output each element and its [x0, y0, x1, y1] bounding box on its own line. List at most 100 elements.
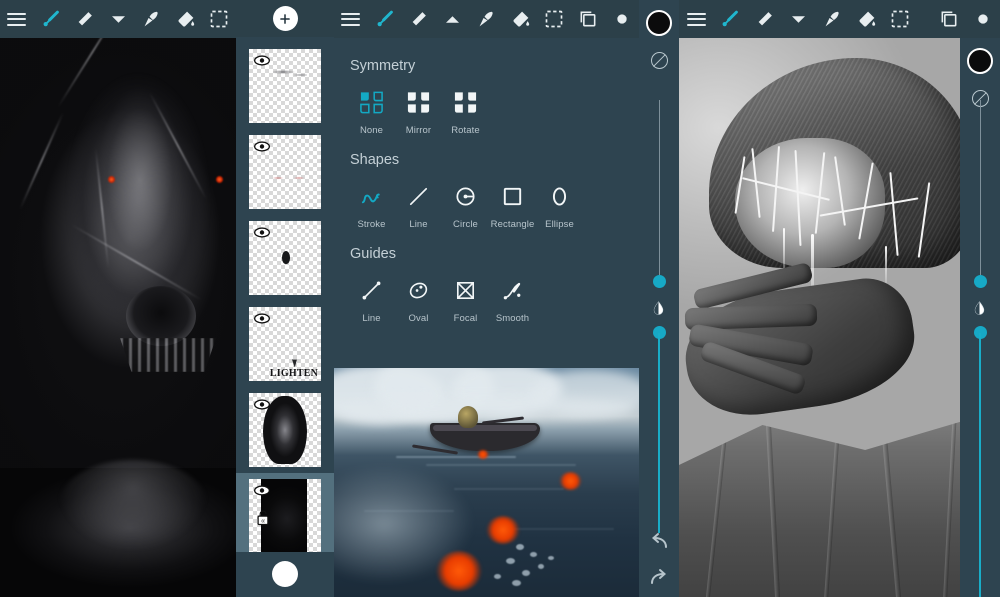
- layer-list-item[interactable]: LIGHTEN: [236, 301, 334, 387]
- layer-list-item[interactable]: [236, 129, 334, 215]
- artwork-socket: [126, 286, 196, 346]
- guide-option-smooth[interactable]: Smooth: [489, 276, 536, 324]
- shape-option-rectangle[interactable]: Rectangle: [489, 182, 536, 230]
- brush-size-slider-track[interactable]: [980, 100, 981, 282]
- canvas-gray-figure[interactable]: wsxdn.com: [679, 38, 960, 597]
- opacity-droplet-icon[interactable]: [972, 300, 987, 315]
- smudge-icon[interactable]: [815, 0, 849, 38]
- artwork-foam: [516, 544, 524, 550]
- layers-stack-icon[interactable]: [571, 0, 605, 38]
- hamburger-menu-icon[interactable]: [334, 0, 368, 38]
- shape-option-line[interactable]: Line: [395, 182, 442, 230]
- brush-size-slider-knob[interactable]: [974, 275, 987, 288]
- layer-list[interactable]: LIGHTEN: [236, 37, 334, 551]
- eye-icon[interactable]: [254, 485, 270, 496]
- brush-size-slider-track[interactable]: [659, 100, 660, 282]
- paintbrush-icon[interactable]: [368, 0, 402, 38]
- layer-list-item[interactable]: [236, 215, 334, 301]
- shape-option-circle[interactable]: Circle: [442, 182, 489, 230]
- symmetry-option-none[interactable]: None: [348, 88, 395, 136]
- paint-bucket-icon[interactable]: [169, 0, 203, 38]
- panel-right: wsxdn.com: [679, 0, 1000, 597]
- tool-options-panel: Symmetry None: [334, 38, 639, 368]
- color-dot-icon[interactable]: [272, 561, 298, 587]
- guide-smooth-icon: [500, 276, 525, 304]
- color-swatch-icon[interactable]: [646, 10, 672, 36]
- artwork-foam: [530, 552, 537, 557]
- artwork-foam: [506, 558, 515, 564]
- opacity-slider-track[interactable]: [979, 333, 981, 597]
- shape-option-ellipse[interactable]: Ellipse: [536, 182, 583, 230]
- brush-size-slider-knob[interactable]: [653, 275, 666, 288]
- eye-icon[interactable]: [254, 227, 270, 238]
- layer-thumbnail: [249, 221, 321, 295]
- shape-option-stroke[interactable]: Stroke: [348, 182, 395, 230]
- guide-option-focal[interactable]: Focal: [442, 276, 489, 324]
- eye-icon[interactable]: [254, 141, 270, 152]
- layer-list-item-selected[interactable]: α: [236, 473, 334, 551]
- guide-option-label: Oval: [409, 313, 429, 324]
- marquee-select-icon[interactable]: [202, 0, 236, 38]
- guide-option-label: Line: [362, 313, 380, 324]
- tool-rail-right: [960, 38, 1000, 597]
- option-group-symmetry: Symmetry None: [348, 58, 625, 136]
- artwork-foam: [538, 564, 544, 569]
- line-icon: [406, 182, 431, 210]
- paint-bucket-icon[interactable]: [849, 0, 883, 38]
- group-title-shapes: Shapes: [350, 152, 625, 168]
- artwork-teeth: [120, 338, 216, 372]
- chevron-up-icon[interactable]: [436, 0, 470, 38]
- artwork-ripple: [454, 488, 564, 490]
- eraser-icon[interactable]: [67, 0, 101, 38]
- chevron-down-icon[interactable]: [101, 0, 135, 38]
- option-group-guides: Guides Line: [348, 246, 625, 324]
- eraser-icon[interactable]: [747, 0, 781, 38]
- redo-arrow-icon[interactable]: [647, 566, 671, 590]
- eye-icon[interactable]: [254, 55, 270, 66]
- artwork-eye-left: [108, 176, 115, 183]
- eye-icon[interactable]: [254, 399, 270, 410]
- shape-option-label: Stroke: [357, 219, 385, 230]
- layer-thumb-art: [292, 359, 297, 367]
- marquee-select-icon[interactable]: [537, 0, 571, 38]
- canvas-boat[interactable]: [334, 368, 639, 597]
- layer-list-item[interactable]: [236, 387, 334, 473]
- artwork-reflection: [0, 468, 236, 597]
- symmetry-option-rotate[interactable]: Rotate: [442, 88, 489, 136]
- eye-icon[interactable]: [254, 313, 270, 324]
- smudge-icon[interactable]: [470, 0, 504, 38]
- option-group-shapes: Shapes Stroke: [348, 152, 625, 230]
- paintbrush-icon[interactable]: [34, 0, 68, 38]
- paint-bucket-icon[interactable]: [503, 0, 537, 38]
- paintbrush-icon[interactable]: [713, 0, 747, 38]
- hamburger-menu-icon[interactable]: [679, 0, 713, 38]
- layer-list-item[interactable]: [236, 43, 334, 129]
- symmetry-option-mirror[interactable]: Mirror: [395, 88, 442, 136]
- color-dot-icon[interactable]: [966, 0, 1000, 38]
- hamburger-menu-icon[interactable]: [0, 0, 34, 38]
- smudge-icon[interactable]: [135, 0, 169, 38]
- layer-thumbnail: α: [249, 479, 321, 551]
- guides-options-row: Line Oval: [348, 276, 625, 324]
- artwork-robe-fold: [879, 399, 905, 597]
- symmetry-mirror-icon: [406, 88, 431, 116]
- color-swatch-icon[interactable]: [967, 48, 993, 74]
- canvas-dark-helmet[interactable]: [0, 38, 236, 597]
- layer-thumbnail: LIGHTEN: [249, 307, 321, 381]
- alpha-lock-icon[interactable]: α: [256, 509, 270, 526]
- layers-stack-icon[interactable]: [932, 0, 966, 38]
- guide-option-line[interactable]: Line: [348, 276, 395, 324]
- add-layer-button[interactable]: [273, 6, 298, 31]
- opacity-droplet-icon[interactable]: [651, 300, 666, 315]
- opacity-slider-track[interactable]: [658, 333, 660, 533]
- guide-option-oval[interactable]: Oval: [395, 276, 442, 324]
- marquee-select-icon[interactable]: [883, 0, 917, 38]
- shape-option-label: Rectangle: [491, 219, 535, 230]
- app-screenshot: LIGHTEN: [0, 0, 1000, 597]
- shapes-options-row: Stroke Line: [348, 182, 625, 230]
- chevron-down-icon[interactable]: [781, 0, 815, 38]
- undo-arrow-icon[interactable]: [647, 530, 671, 554]
- no-color-icon[interactable]: [651, 52, 668, 69]
- eraser-icon[interactable]: [402, 0, 436, 38]
- color-dot-icon[interactable]: [605, 0, 639, 38]
